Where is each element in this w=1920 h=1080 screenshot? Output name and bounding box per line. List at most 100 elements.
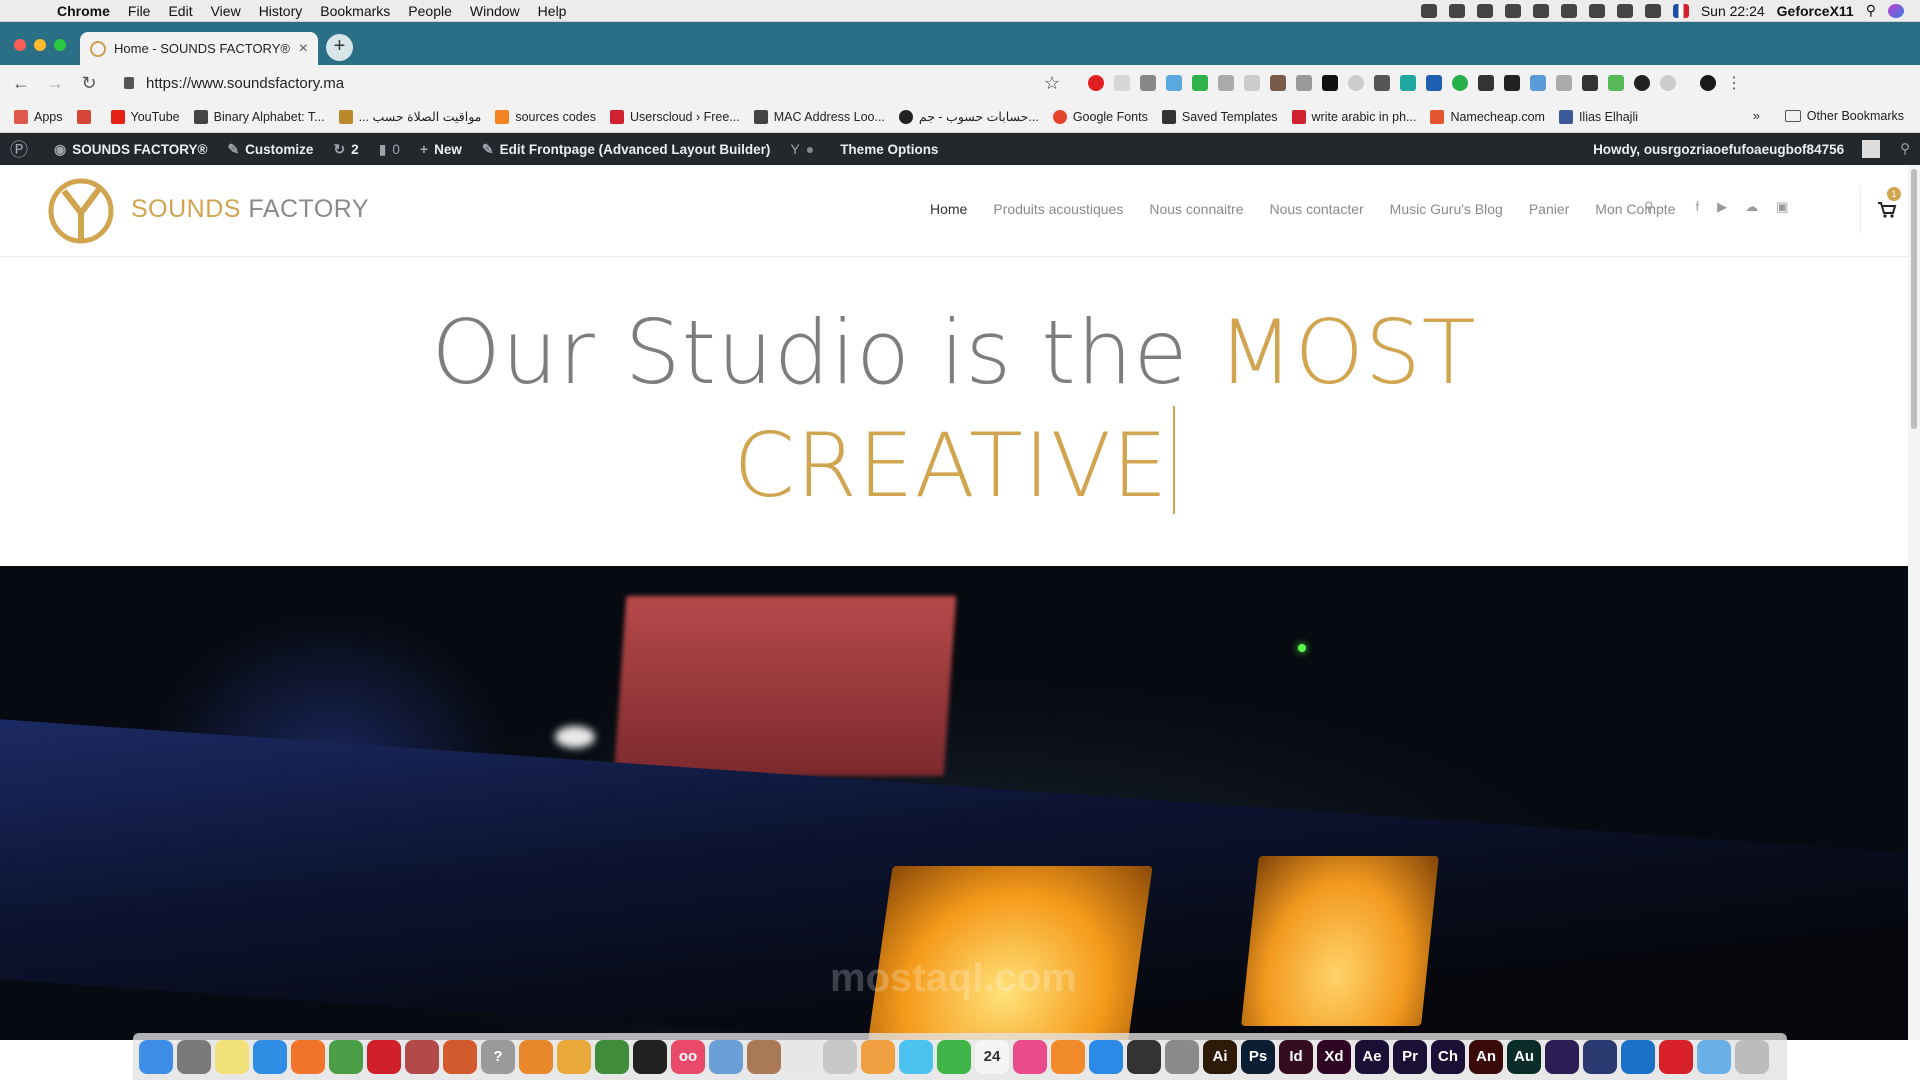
menu-help[interactable]: Help <box>529 3 576 19</box>
nav-mon-compte[interactable]: Mon Compte <box>1595 201 1675 217</box>
extension-icon[interactable] <box>1244 75 1260 91</box>
extension-icon[interactable] <box>1608 75 1624 91</box>
menu-clock[interactable]: Sun 22:24 <box>1701 3 1765 19</box>
menu-view[interactable]: View <box>202 3 250 19</box>
itunes-icon[interactable] <box>1013 1039 1047 1074</box>
bookmark-mac-address[interactable]: MAC Address Loo... <box>753 109 885 124</box>
bookmark-write-arabic[interactable]: write arabic in ph... <box>1291 109 1416 124</box>
bookmark-hsoub[interactable]: حسابات حسوب - جم... <box>898 109 1039 124</box>
close-tab-icon[interactable]: × <box>299 40 308 58</box>
menu-bookmarks[interactable]: Bookmarks <box>311 3 399 19</box>
opera-extension-icon[interactable] <box>1088 75 1104 91</box>
bookmark-sources-codes[interactable]: sources codes <box>495 109 596 124</box>
notes-icon[interactable] <box>215 1039 249 1074</box>
extension-icon[interactable] <box>1530 75 1546 91</box>
wp-site-name[interactable]: ◉ SOUNDS FACTORY® <box>44 141 217 158</box>
extension-icon[interactable] <box>1582 75 1598 91</box>
facebook-icon[interactable]: f <box>1696 199 1700 215</box>
trash-icon[interactable] <box>1735 1039 1769 1074</box>
app-icon[interactable] <box>443 1039 477 1074</box>
preview-icon[interactable] <box>709 1039 743 1074</box>
wp-new[interactable]: + New <box>410 141 472 157</box>
extension-icon[interactable] <box>1348 75 1364 91</box>
opera-icon[interactable] <box>367 1039 401 1074</box>
nav-home[interactable]: Home <box>930 201 967 217</box>
bookmark-star-icon[interactable]: ☆ <box>1044 73 1060 94</box>
extension-icon[interactable] <box>1634 75 1650 91</box>
extension-icon[interactable] <box>1426 75 1442 91</box>
app-icon[interactable] <box>1545 1039 1579 1074</box>
eyedropper-extension-icon[interactable] <box>1374 75 1390 91</box>
extension-icon[interactable] <box>1660 75 1676 91</box>
system-preferences-icon[interactable] <box>1165 1039 1199 1074</box>
safari-icon[interactable] <box>253 1039 287 1074</box>
nav-panier[interactable]: Panier <box>1529 201 1569 217</box>
finder-icon[interactable] <box>139 1039 173 1074</box>
other-bookmarks[interactable]: Other Bookmarks <box>1784 109 1904 123</box>
wp-howdy[interactable]: Howdy, ousrgozriaoefufoaeugbof84756 <box>1583 142 1854 157</box>
menu-file[interactable]: File <box>119 3 160 19</box>
facetime-icon[interactable] <box>937 1039 971 1074</box>
extension-icon[interactable] <box>1114 75 1130 91</box>
page-scrollbar[interactable] <box>1908 165 1920 1040</box>
wp-search-icon[interactable]: ⚲ <box>1890 141 1920 157</box>
menu-people[interactable]: People <box>399 3 461 19</box>
time-machine-icon[interactable] <box>1588 3 1605 18</box>
extension-icon[interactable] <box>1270 75 1286 91</box>
character-animator-icon[interactable]: Ch <box>1431 1039 1465 1074</box>
extension-icon[interactable] <box>1322 75 1338 91</box>
search-icon[interactable]: ⚲ <box>1644 199 1654 215</box>
wp-theme-options[interactable]: Theme Options <box>830 142 948 157</box>
creative-cloud-status-icon[interactable] <box>1420 3 1437 18</box>
cart-button[interactable]: 1 <box>1860 187 1902 233</box>
back-button[interactable]: ← <box>8 73 34 94</box>
app-icon[interactable]: oo <box>671 1039 705 1074</box>
menu-app-name[interactable]: Chrome <box>48 3 119 19</box>
app-icon[interactable] <box>1583 1039 1617 1074</box>
app-icon[interactable] <box>785 1039 819 1074</box>
amazon-extension-icon[interactable] <box>1504 75 1520 91</box>
extension-icon[interactable] <box>1452 75 1468 91</box>
extension-icon[interactable] <box>1400 75 1416 91</box>
wifi-icon[interactable] <box>1616 3 1633 18</box>
app-store-icon[interactable] <box>1089 1039 1123 1074</box>
folder-icon[interactable] <box>1697 1039 1731 1074</box>
nav-nous-contacter[interactable]: Nous contacter <box>1270 201 1364 217</box>
photoshop-icon[interactable]: Ps <box>1241 1039 1275 1074</box>
soundcloud-icon[interactable]: ☁ <box>1745 199 1758 215</box>
animate-icon[interactable]: An <box>1469 1039 1503 1074</box>
profile-avatar-icon[interactable] <box>1700 75 1716 91</box>
launchpad-icon[interactable] <box>177 1039 211 1074</box>
wp-account[interactable]: Howdy, ousrgozriaoefufoaeugbof84756 ⚲ <box>1583 140 1920 158</box>
cart-extension-icon[interactable] <box>1218 75 1234 91</box>
audition-icon[interactable]: Au <box>1507 1039 1541 1074</box>
bookmark-prayer-times[interactable]: ... مواقيت الصلاة حسب <box>338 109 481 124</box>
app-icon[interactable] <box>823 1039 857 1074</box>
menu-user[interactable]: GeforceX11 <box>1777 3 1854 19</box>
site-logo-text[interactable]: SOUNDS FACTORY <box>131 195 369 224</box>
messages-icon[interactable] <box>899 1039 933 1074</box>
bookmark-youtube[interactable]: YouTube <box>110 109 180 124</box>
forward-button[interactable]: → <box>42 73 68 94</box>
obs-icon[interactable] <box>1127 1039 1161 1074</box>
wp-updates[interactable]: ↻ 2 <box>323 141 368 158</box>
app-icon[interactable] <box>747 1039 781 1074</box>
photos-icon[interactable] <box>861 1039 895 1074</box>
url-text[interactable]: https://www.soundsfactory.ma <box>146 75 1044 92</box>
xd-icon[interactable]: Xd <box>1317 1039 1351 1074</box>
calendar-icon[interactable]: 24 <box>975 1039 1009 1074</box>
help-icon[interactable]: ? <box>481 1039 515 1074</box>
user-avatar[interactable] <box>1862 140 1881 158</box>
unity-icon[interactable] <box>633 1039 667 1074</box>
chrome-icon[interactable] <box>329 1039 363 1074</box>
cloud-status-icon[interactable] <box>1476 3 1493 18</box>
sounds-factory-logo-icon[interactable] <box>47 177 115 245</box>
screenshot-extension-icon[interactable] <box>1166 75 1182 91</box>
android-studio-icon[interactable] <box>595 1039 629 1074</box>
teamviewer-icon[interactable] <box>1621 1039 1655 1074</box>
eye-extension-icon[interactable] <box>1478 75 1494 91</box>
reload-button[interactable]: ↻ <box>76 73 102 94</box>
bookmark-binary-alphabet[interactable]: Binary Alphabet: T... <box>193 109 325 124</box>
extension-icon[interactable] <box>1556 75 1572 91</box>
chrome-menu-icon[interactable]: ⋮ <box>1726 73 1742 93</box>
